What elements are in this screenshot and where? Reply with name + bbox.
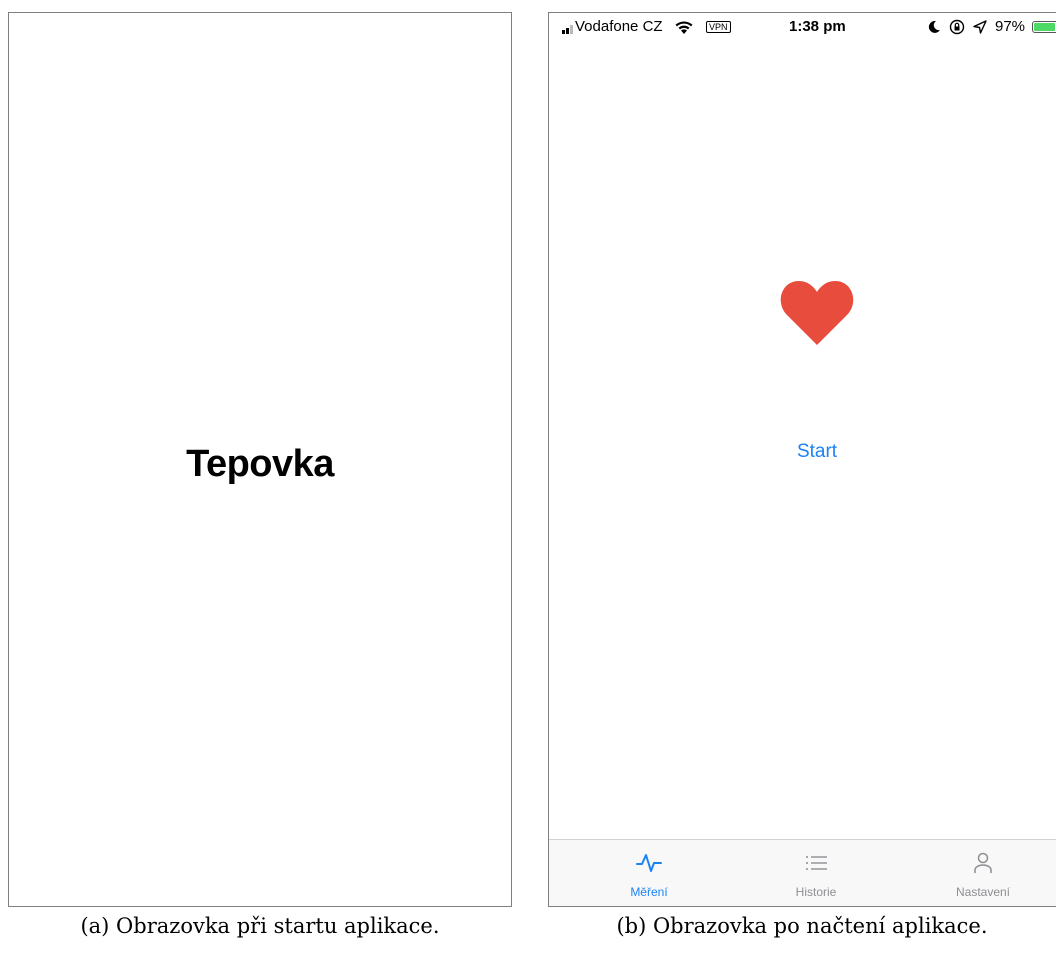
tab-bar: Měření Historie Nastavení — [549, 839, 1056, 906]
tab-mereni[interactable]: Měření — [579, 840, 719, 906]
rotation-lock-icon — [949, 19, 965, 35]
location-icon — [973, 20, 987, 34]
moon-icon — [928, 20, 940, 33]
status-time: 1:38 pm — [789, 18, 846, 35]
person-icon — [974, 852, 992, 873]
battery-percent: 97% — [995, 18, 1026, 35]
battery-icon — [1032, 21, 1056, 33]
tab-nastaveni[interactable]: Nastavení — [913, 840, 1053, 906]
start-button[interactable]: Start — [767, 441, 867, 463]
status-bar: Vodafone CZ VPN 1:38 pm 97% — [549, 13, 1056, 41]
tab-label: Měření — [630, 885, 668, 899]
wifi-icon — [675, 21, 693, 34]
tab-label: Nastavení — [955, 885, 1011, 899]
heart-icon — [780, 281, 854, 345]
pulse-icon — [636, 854, 662, 872]
tab-label: Historie — [795, 885, 837, 899]
tab-historie[interactable]: Historie — [746, 840, 886, 906]
splash-screen: Tepovka — [8, 12, 512, 907]
main-screen: Vodafone CZ VPN 1:38 pm 97% Start Měření… — [548, 12, 1056, 907]
battery-fill — [1034, 23, 1056, 31]
vpn-badge: VPN — [706, 21, 731, 33]
app-title: Tepovka — [186, 443, 334, 485]
caption-b: (b) Obrazovka po načtení aplikace. — [616, 914, 988, 938]
list-icon — [806, 856, 827, 870]
carrier-name: Vodafone CZ — [575, 18, 663, 35]
caption-a: (a) Obrazovka při startu aplikace. — [80, 914, 440, 938]
